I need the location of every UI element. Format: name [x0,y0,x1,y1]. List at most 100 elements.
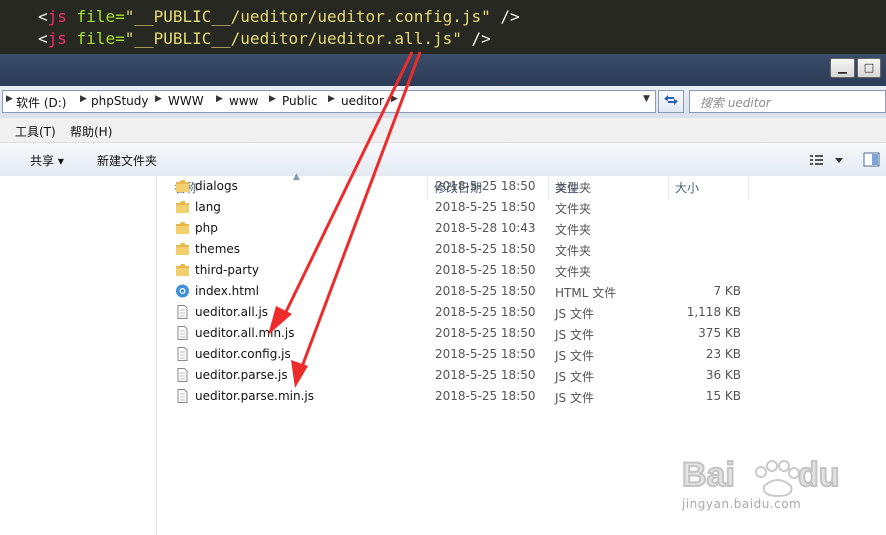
code-tag: js [47,29,67,48]
search-placeholder: 搜索 ueditor [700,96,771,110]
file-row[interactable]: themes 2018-5-25 18:50 文件夹 [157,239,886,260]
folder-icon [176,222,189,234]
folder-icon [176,201,189,213]
chevron-right-icon[interactable]: ▶ [328,94,335,104]
file-size: 1,118 KB [686,305,741,319]
file-name: index.html [195,284,259,298]
minimize-button[interactable]: ▁ [830,58,855,78]
file-row[interactable]: ueditor.parse.min.js 2018-5-25 18:50 JS 文件… [157,386,886,407]
file-row[interactable]: third-party 2018-5-25 18:50 文件夹 [157,260,886,281]
code-close: /> [461,29,491,48]
maximize-button[interactable]: □ [857,58,881,78]
navigation-pane[interactable] [0,176,157,535]
file-row[interactable]: ueditor.parse.js 2018-5-25 18:50 JS 文件 36 K… [157,365,886,386]
file-row[interactable]: lang 2018-5-25 18:50 文件夹 [157,197,886,218]
chevron-right-icon[interactable]: ▶ [269,94,276,104]
file-type: 文件夹 [555,265,592,279]
file-row[interactable]: php 2018-5-28 10:43 文件夹 [157,218,886,239]
code-line-config: <js file="__PUBLIC__/ueditor/ueditor.con… [38,7,520,26]
file-type: JS 文件 [555,349,594,363]
file-type: HTML 文件 [555,286,617,300]
file-date: 2018-5-25 18:50 [435,179,536,193]
refresh-button[interactable] [658,90,684,113]
chevron-down-icon[interactable]: ▼ [643,94,650,104]
svg-text:Bai: Bai [682,456,735,494]
chevron-right-icon[interactable]: ▶ [155,94,162,104]
file-name: ueditor.all.js [195,305,269,319]
file-row[interactable]: ueditor.all.min.js 2018-5-25 18:50 JS 文件 37… [157,323,886,344]
file-size: 375 KB [698,326,741,340]
file-date: 2018-5-25 18:50 [435,368,536,382]
view-options-icon[interactable] [808,153,848,167]
code-bracket: < [38,7,48,26]
file-date: 2018-5-25 18:50 [435,389,536,403]
chevron-right-icon[interactable]: ▶ [391,94,398,104]
code-string: "__PUBLIC__/ueditor/ueditor.all.js" [124,29,462,48]
file-date: 2018-5-25 18:50 [435,284,536,298]
breadcrumb-public[interactable]: Public [282,94,318,108]
folder-icon [176,264,189,276]
breadcrumb-www-sub[interactable]: www [229,94,258,108]
file-name: dialogs [195,179,238,193]
menu-help[interactable]: 帮助(H) [70,123,112,140]
file-icon [177,347,188,361]
chevron-right-icon[interactable]: ▶ [80,94,87,104]
file-date: 2018-5-25 18:50 [435,263,536,277]
file-date: 2018-5-25 18:50 [435,326,536,340]
file-size: 23 KB [705,347,741,361]
file-name: lang [195,200,221,214]
chevron-right-icon[interactable]: ▶ [216,94,223,104]
file-row[interactable]: index.html 2018-5-25 18:50 HTML 文件 7 KB [157,281,886,302]
breadcrumb-drive[interactable]: 软件 (D:) [16,94,66,111]
address-field[interactable]: ▶ 软件 (D:) ▶ phpStudy ▶ WWW ▶ www ▶ Publi… [2,90,656,113]
code-string: "__PUBLIC__/ueditor/ueditor.config.js" [124,7,491,26]
new-folder-button[interactable]: 新建文件夹 [97,152,157,169]
file-icon [177,326,188,340]
breadcrumb-ueditor[interactable]: ueditor [341,94,384,108]
file-icon [177,389,188,403]
file-name: ueditor.all.min.js [195,326,295,340]
file-type: 文件夹 [555,223,592,237]
code-bracket: < [38,29,48,48]
code-tag: js [47,7,67,26]
search-input[interactable]: 搜索 ueditor [689,90,886,113]
breadcrumb-phpstudy[interactable]: phpStudy [91,94,149,108]
file-date: 2018-5-25 18:50 [435,200,536,214]
file-type: JS 文件 [555,370,594,384]
share-button[interactable]: 共享 ▾ [30,152,64,169]
chevron-right-icon[interactable]: ▶ [6,94,13,104]
code-attr: file= [66,7,125,26]
file-date: 2018-5-25 18:50 [435,305,536,319]
preview-pane-icon[interactable] [863,152,881,168]
file-type: JS 文件 [555,391,594,405]
file-name: ueditor.parse.js [195,368,288,382]
file-date: 2018-5-25 18:50 [435,347,536,361]
file-type: 文件夹 [555,202,592,216]
menu-bar: 工具(T) 帮助(H) [0,118,886,143]
file-type: 文件夹 [555,181,592,195]
file-name: themes [195,242,241,256]
file-row[interactable]: ueditor.all.js 2018-5-25 18:50 JS 文件 1,118 … [157,302,886,323]
code-line-all: <js file="__PUBLIC__/ueditor/ueditor.all… [38,29,491,48]
menu-tools[interactable]: 工具(T) [15,123,56,140]
file-icon [177,305,188,319]
breadcrumb-www[interactable]: WWW [168,94,204,108]
file-size: 36 KB [705,368,741,382]
svg-text:du: du [798,456,840,494]
file-row[interactable]: dialogs 2018-5-25 18:50 文件夹 [157,176,886,197]
code-attr: file= [66,29,125,48]
browser-html-icon [176,284,189,298]
file-size: 15 KB [705,389,741,403]
address-bar: ▶ 软件 (D:) ▶ phpStudy ▶ WWW ▶ www ▶ Publi… [0,86,886,118]
folder-icon [176,243,189,255]
file-type: 文件夹 [555,244,592,258]
folder-icon [176,180,189,192]
file-type: JS 文件 [555,307,594,321]
file-date: 2018-5-25 18:50 [435,242,536,256]
file-row[interactable]: ueditor.config.js 2018-5-25 18:50 JS 文件 23 … [157,344,886,365]
code-close: /> [490,7,520,26]
file-size: 7 KB [713,284,741,298]
file-type: JS 文件 [555,328,594,342]
file-name: ueditor.config.js [195,347,291,361]
title-bar: ▁ □ [0,54,886,86]
